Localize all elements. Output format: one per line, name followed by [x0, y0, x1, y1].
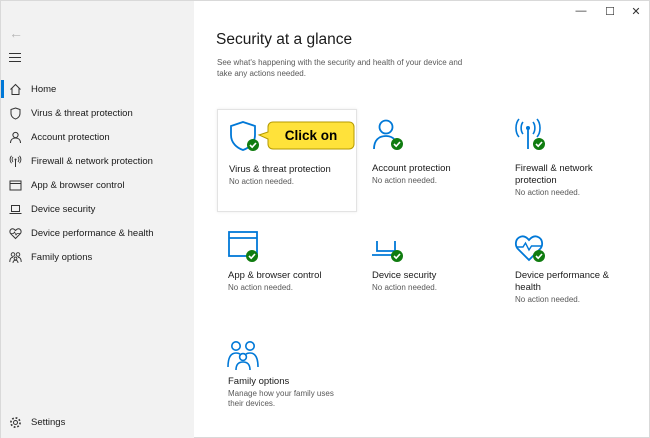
- sidebar-item-firewall-network-protection[interactable]: Firewall & network protection: [1, 149, 194, 173]
- sidebar-item-virus-threat-protection[interactable]: Virus & threat protection: [1, 101, 194, 125]
- sidebar-item-device-security[interactable]: Device security: [1, 197, 194, 221]
- sidebar-nav: Home Virus & threat protection Account p…: [1, 77, 194, 269]
- tile-name: Device security: [372, 270, 437, 281]
- sidebar: ← Home Virus & threat protection Account…: [1, 1, 194, 438]
- tile-app-browser-control[interactable]: App & browser control No action needed.: [217, 221, 357, 321]
- sidebar-item-label: Family options: [31, 251, 93, 263]
- windows-security-window: ← Home Virus & threat protection Account…: [0, 0, 650, 438]
- tile-status: No action needed.: [372, 283, 437, 292]
- tile-name: Family options: [228, 376, 290, 387]
- sidebar-item-label: Device performance & health: [31, 227, 154, 239]
- tile-device-security[interactable]: Device security No action needed.: [361, 221, 501, 321]
- sidebar-item-label: Home: [31, 83, 57, 95]
- hamburger-menu-icon[interactable]: [9, 53, 21, 65]
- sidebar-item-label: Device security: [31, 203, 96, 215]
- tile-family-options[interactable]: Family options Manage how your family us…: [217, 331, 357, 431]
- tile-name: App & browser control: [228, 270, 322, 281]
- person-check-icon: [371, 117, 407, 153]
- tile-name: Virus & threat protection: [229, 164, 331, 175]
- back-arrow-icon[interactable]: ←: [9, 26, 23, 40]
- sidebar-item-label: Virus & threat protection: [31, 107, 133, 119]
- tile-name: Account protection: [372, 163, 451, 174]
- sidebar-item-label: App & browser control: [31, 179, 125, 191]
- sidebar-item-account-protection[interactable]: Account protection: [1, 125, 194, 149]
- antenna-check-icon: [514, 117, 550, 153]
- gear-icon: [9, 416, 22, 429]
- sidebar-item-settings[interactable]: Settings: [9, 413, 65, 431]
- person-icon: [9, 131, 22, 144]
- sidebar-item-label: Firewall & network protection: [31, 155, 153, 167]
- minimize-button[interactable]: —: [566, 3, 596, 19]
- sidebar-item-family-options[interactable]: Family options: [1, 245, 194, 269]
- tile-account-protection[interactable]: Account protection No action needed.: [361, 109, 501, 212]
- tile-name: Firewall & network protection: [515, 163, 593, 186]
- home-icon: [9, 83, 22, 96]
- sidebar-item-label: Account protection: [31, 131, 110, 143]
- tile-status: No action needed.: [515, 295, 580, 304]
- laptop-icon: [9, 203, 22, 216]
- browser-icon: [9, 179, 22, 192]
- sidebar-item-device-performance-health[interactable]: Device performance & health: [1, 221, 194, 245]
- shield-icon: [9, 106, 22, 120]
- tile-firewall-network-protection[interactable]: Firewall & network protection No action …: [504, 109, 644, 212]
- settings-label: Settings: [31, 416, 66, 428]
- heart-icon: [9, 227, 22, 240]
- laptop-check-icon: [371, 229, 407, 265]
- tile-status: No action needed.: [515, 188, 580, 197]
- close-button[interactable]: ✕: [621, 3, 650, 19]
- family-icon: [227, 339, 263, 375]
- tile-status: Manage how your family uses their device…: [228, 389, 334, 408]
- family-icon: [9, 251, 22, 264]
- callout-text: Click on: [284, 128, 338, 143]
- tile-name: Device performance & health: [515, 270, 609, 293]
- tile-device-performance-health[interactable]: Device performance & health No action ne…: [504, 221, 644, 321]
- heart-check-icon: [514, 229, 550, 265]
- tile-status: No action needed.: [372, 176, 437, 185]
- click-on-callout: Click on: [257, 121, 355, 150]
- browser-check-icon: [227, 229, 263, 265]
- page-subtitle: See what's happening with the security a…: [217, 58, 463, 78]
- page-title: Security at a glance: [216, 31, 353, 48]
- tile-status: No action needed.: [228, 283, 293, 292]
- sidebar-item-home[interactable]: Home: [1, 77, 194, 101]
- tile-status: No action needed.: [229, 177, 294, 186]
- antenna-icon: [9, 155, 22, 168]
- sidebar-item-app-browser-control[interactable]: App & browser control: [1, 173, 194, 197]
